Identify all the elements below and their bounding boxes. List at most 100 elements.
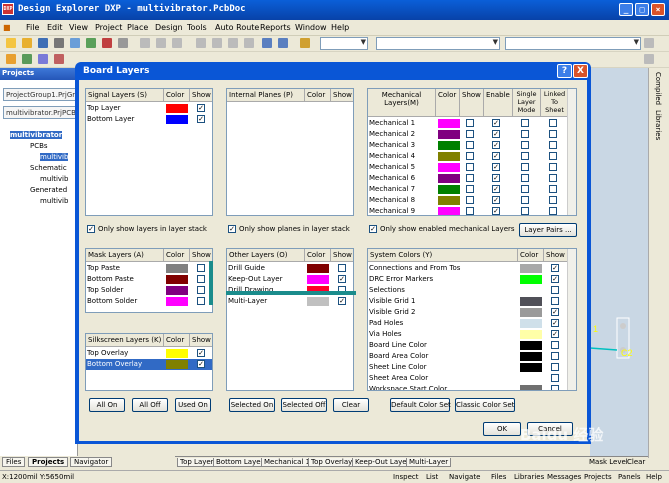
color-swatch[interactable] (520, 341, 542, 350)
show-checkbox[interactable] (551, 297, 559, 305)
show-checkbox[interactable] (521, 207, 529, 215)
cross-icon[interactable] (244, 38, 254, 48)
color-swatch[interactable] (520, 374, 542, 383)
color-swatch[interactable] (520, 385, 542, 390)
show-checkbox[interactable] (521, 174, 529, 182)
show-checkbox[interactable]: ✓ (338, 297, 346, 305)
cross-probe-icon[interactable] (118, 38, 128, 48)
status-help[interactable]: Help (646, 473, 662, 481)
menu-place[interactable]: Place (127, 23, 148, 32)
status-inspect[interactable]: Inspect (393, 473, 419, 481)
show-checkbox[interactable] (466, 152, 474, 160)
show-checkbox[interactable] (466, 119, 474, 127)
layer-row[interactable]: Mechanical 2 ✓ (368, 129, 576, 140)
show-checkbox[interactable] (466, 185, 474, 193)
color-swatch[interactable] (520, 286, 542, 295)
color-swatch[interactable] (520, 363, 542, 372)
color-swatch[interactable] (166, 115, 188, 124)
show-checkbox[interactable]: ✓ (551, 319, 559, 327)
menu-file[interactable]: File (26, 23, 39, 32)
layer-tab-top-overlay[interactable]: Top Overlay (308, 458, 356, 467)
menu-help[interactable]: Help (331, 23, 349, 32)
show-checkbox[interactable]: ✓ (492, 152, 500, 160)
status-navigate[interactable]: Navigate (449, 473, 480, 481)
color-swatch[interactable] (166, 275, 188, 284)
layer-row[interactable]: Top Layer ✓ (86, 103, 212, 114)
color-swatch[interactable] (438, 152, 460, 161)
show-checkbox[interactable] (521, 119, 529, 127)
show-checkbox[interactable] (197, 264, 205, 272)
layer-row[interactable]: Mechanical 8 ✓ (368, 195, 576, 206)
layer-row[interactable]: Drill Guide (227, 263, 353, 274)
via-icon[interactable] (38, 54, 48, 64)
layer-row[interactable]: Mechanical 6 ✓ (368, 173, 576, 184)
save-icon[interactable] (38, 38, 48, 48)
show-checkbox[interactable]: ✓ (551, 264, 559, 272)
show-checkbox[interactable]: ✓ (197, 360, 205, 368)
layer-row[interactable]: Mechanical 1 ✓ (368, 118, 576, 129)
menu-project[interactable]: Project (95, 23, 122, 32)
layer-row[interactable]: Top Overlay ✓ (86, 348, 212, 359)
show-checkbox[interactable] (549, 185, 557, 193)
cut-icon[interactable] (140, 38, 150, 48)
status-messages[interactable]: Messages (547, 473, 581, 481)
show-checkbox[interactable] (466, 207, 474, 215)
show-checkbox[interactable] (338, 264, 346, 272)
only-show-layers-check[interactable]: ✓ Only show layers in layer stack (87, 225, 207, 233)
show-checkbox[interactable]: ✓ (492, 196, 500, 204)
copy-icon[interactable] (156, 38, 166, 48)
color-swatch[interactable] (520, 297, 542, 306)
tab-projects[interactable]: Projects (28, 457, 69, 467)
color-swatch[interactable] (520, 308, 542, 317)
color-swatch[interactable] (438, 141, 460, 150)
layer-row[interactable]: Visible Grid 2 ✓ (368, 307, 576, 318)
layer-row[interactable]: Multi-Layer ✓ (227, 296, 353, 307)
checkbox[interactable]: ✓ (87, 225, 95, 233)
color-swatch[interactable] (166, 297, 188, 306)
color-swatch[interactable] (520, 264, 542, 273)
show-checkbox[interactable] (551, 341, 559, 349)
open-icon[interactable] (22, 38, 32, 48)
all-on-button[interactable]: All On (89, 398, 125, 412)
show-checkbox[interactable]: ✓ (551, 330, 559, 338)
show-checkbox[interactable]: ✓ (551, 308, 559, 316)
show-checkbox[interactable] (551, 385, 559, 390)
redo-icon[interactable] (278, 38, 288, 48)
color-swatch[interactable] (307, 275, 329, 284)
toolbar-end-icon[interactable] (644, 54, 654, 64)
show-checkbox[interactable] (549, 174, 557, 182)
checkbox[interactable]: ✓ (228, 225, 236, 233)
all-off-button[interactable]: All Off (132, 398, 168, 412)
ok-button[interactable]: OK (483, 422, 521, 436)
show-checkbox[interactable] (551, 363, 559, 371)
show-checkbox[interactable]: ✓ (197, 115, 205, 123)
filter-combo[interactable] (376, 37, 500, 50)
color-swatch[interactable] (438, 119, 460, 128)
color-swatch[interactable] (166, 349, 188, 358)
menu-edit[interactable]: Edit (47, 23, 63, 32)
show-checkbox[interactable]: ✓ (492, 185, 500, 193)
mask-combo[interactable] (505, 37, 641, 50)
layer-row[interactable]: Bottom Overlay ✓ (86, 359, 212, 370)
paste-icon[interactable] (172, 38, 182, 48)
select-icon[interactable] (196, 38, 206, 48)
layer-row[interactable]: Board Line Color (368, 340, 576, 351)
color-swatch[interactable] (166, 360, 188, 369)
show-checkbox[interactable] (551, 286, 559, 294)
menu-auto-route[interactable]: Auto Route (215, 23, 259, 32)
component-icon[interactable] (22, 54, 32, 64)
show-checkbox[interactable]: ✓ (551, 275, 559, 283)
deselect-icon[interactable] (212, 38, 222, 48)
show-checkbox[interactable]: ✓ (197, 104, 205, 112)
close-icon[interactable]: × (651, 3, 665, 16)
status-projects[interactable]: Projects (584, 473, 612, 481)
color-swatch[interactable] (438, 174, 460, 183)
color-swatch[interactable] (438, 196, 460, 205)
tree-pcb-file[interactable]: multivib (40, 153, 69, 161)
layer-row[interactable]: Mechanical 4 ✓ (368, 151, 576, 162)
tree-schematic[interactable]: Schematic (30, 164, 67, 172)
status-panels[interactable]: Panels (618, 473, 641, 481)
show-checkbox[interactable] (551, 352, 559, 360)
tab-navigator[interactable]: Navigator (70, 457, 113, 467)
show-checkbox[interactable]: ✓ (492, 207, 500, 215)
